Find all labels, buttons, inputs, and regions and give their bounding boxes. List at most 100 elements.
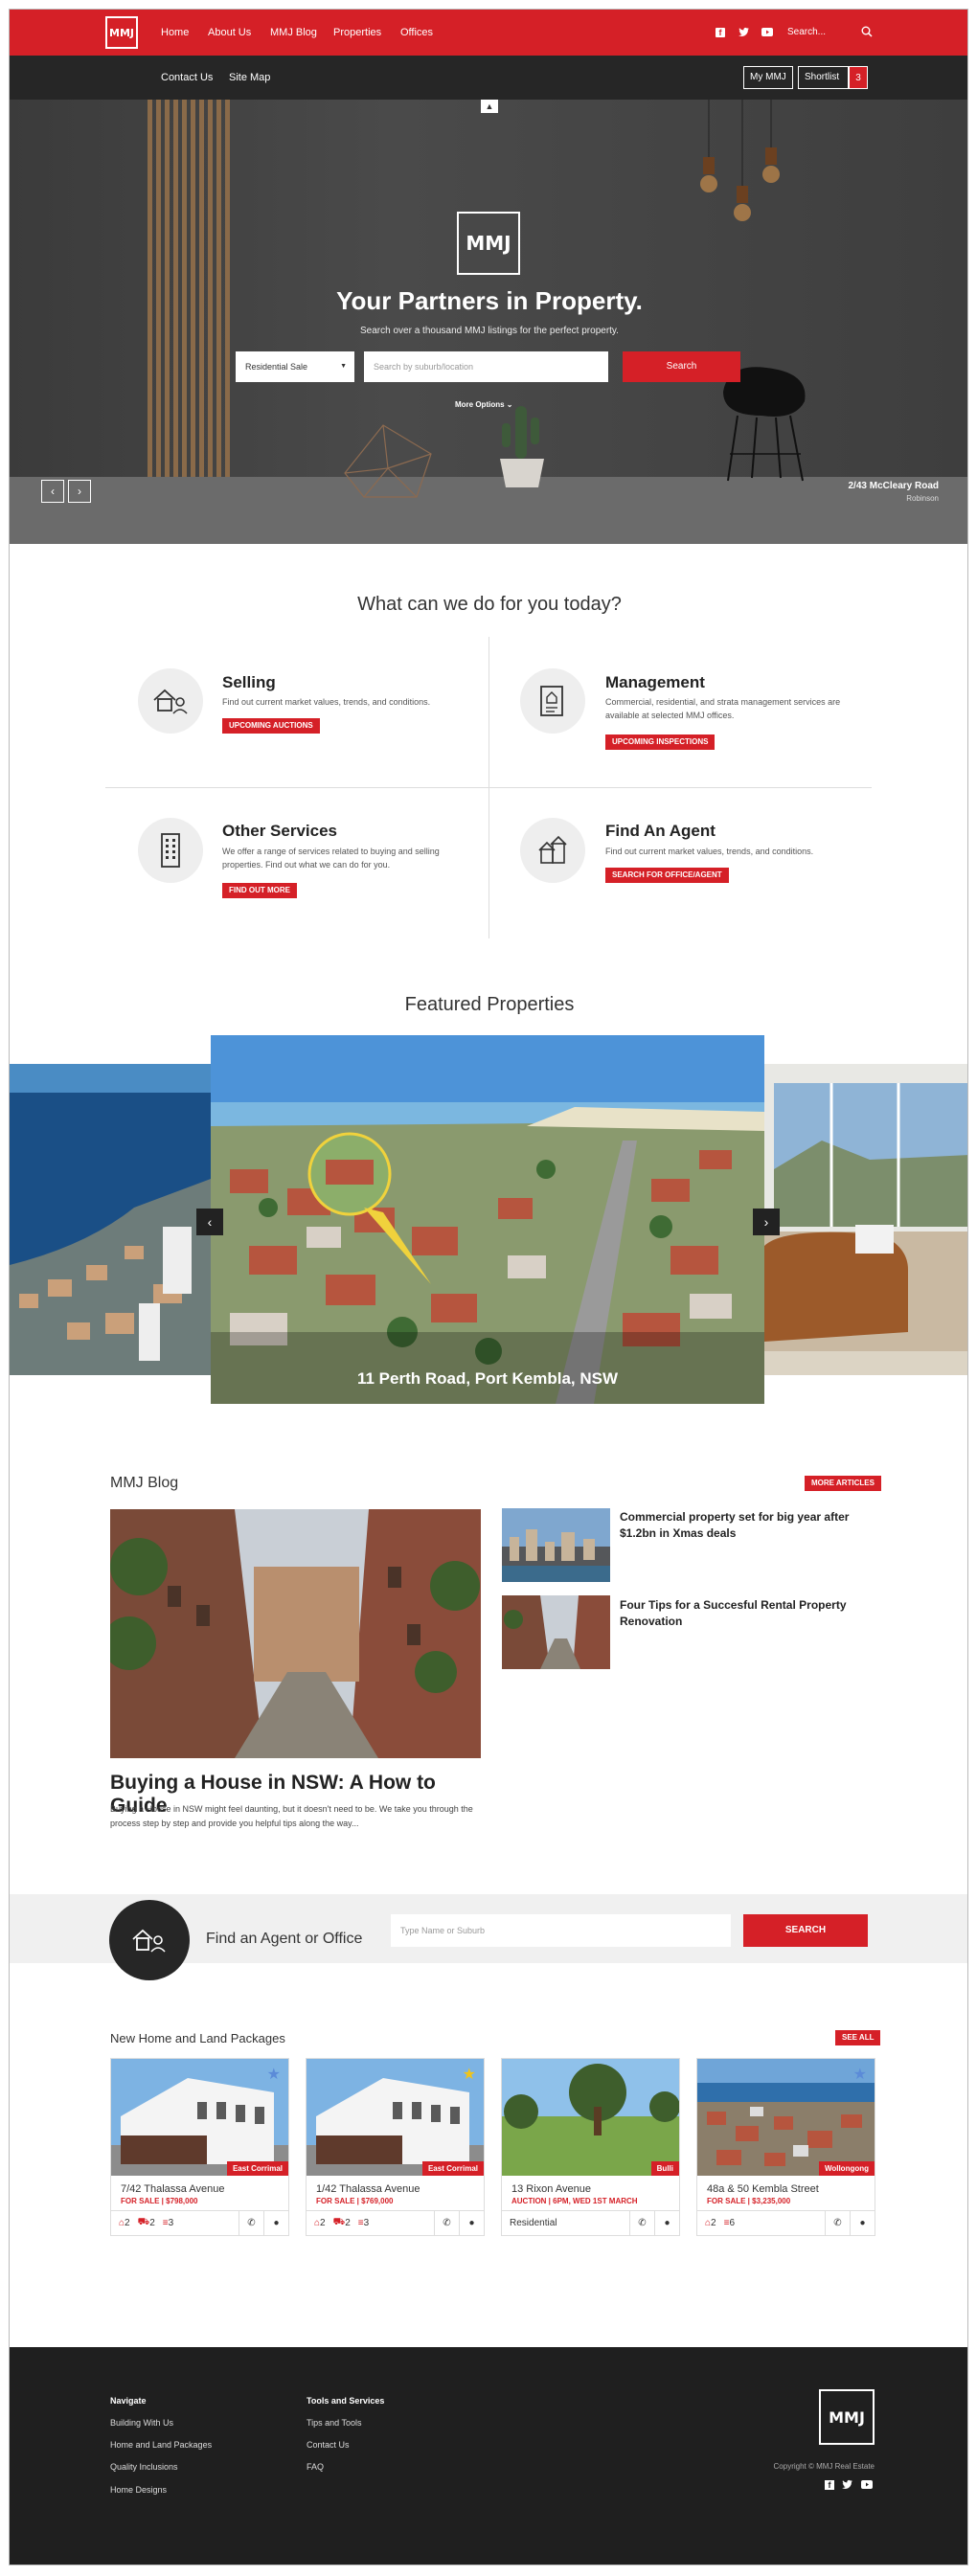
nav-item-properties[interactable]: Properties [333,10,381,56]
featured-slide-main[interactable] [211,1035,764,1404]
bath-icon: ≡ [357,2218,364,2228]
youtube-icon[interactable] [861,2480,873,2489]
nav-item-sitemap[interactable]: Site Map [229,56,270,100]
package-image: Wollongong ★ [697,2059,875,2176]
package-features: ⌂ 2 ⛟ 2 ≡ 3 ✆ ● [111,2210,288,2236]
service-selling-text: Find out current market values, trends, … [222,697,431,707]
hero-search-button[interactable]: Search [623,351,740,382]
package-card[interactable]: Wollongong ★ 48a & 50 Kembla Street FOR … [696,2058,875,2236]
phone-icon[interactable]: ✆ [825,2210,850,2236]
footer-link[interactable]: Home and Land Packages [110,2440,212,2450]
chevron-down-icon: ▼ [340,363,347,370]
nav-item-home[interactable]: Home [161,10,189,56]
package-image: East Corrimal ★ [307,2059,484,2176]
service-other-title: Other Services [222,822,338,840]
star-icon[interactable]: ★ [463,2065,476,2084]
bath-icon: ≡ [162,2218,169,2228]
bed-icon: ⌂ [705,2218,712,2228]
chat-icon[interactable]: ● [850,2210,875,2236]
agent-band-title: Find an Agent or Office [206,1931,363,1947]
footer-link[interactable]: Quality Inclusions [110,2462,178,2472]
hero-next-button[interactable]: › [68,480,91,503]
see-all-button[interactable]: SEE ALL [835,2030,881,2045]
footer-link[interactable]: Tips and Tools [307,2418,362,2428]
find-out-more-button[interactable]: FIND OUT MORE [222,883,297,898]
twitter-icon[interactable] [842,2479,853,2490]
package-features: ⌂ 2 ⛟ 2 ≡ 3 ✆ ● [307,2210,484,2236]
phone-icon[interactable]: ✆ [434,2210,459,2236]
facebook-icon[interactable]: f [716,28,725,37]
more-options-toggle[interactable]: More Options ⌄ [455,400,513,409]
blog-side-image-1[interactable] [502,1508,610,1582]
collapse-nav-button[interactable]: ▲ [481,100,498,113]
package-location: Wollongong [818,2161,875,2176]
package-card[interactable]: East Corrimal ★ 1/42 Thalassa Avenue FOR… [306,2058,485,2236]
upcoming-inspections-button[interactable]: UPCOMING INSPECTIONS [605,734,716,750]
package-address: 1/42 Thalassa Avenue [316,2183,420,2195]
package-address: 7/42 Thalassa Avenue [121,2183,225,2195]
package-address: 13 Rixon Avenue [511,2183,591,2195]
upcoming-auctions-button[interactable]: UPCOMING AUCTIONS [222,718,320,734]
footer-link[interactable]: FAQ [307,2462,324,2472]
property-type: Residential [510,2218,557,2228]
star-icon[interactable]: ★ [853,2065,867,2084]
search-office-agent-button[interactable]: SEARCH FOR OFFICE/AGENT [605,868,729,883]
star-icon[interactable]: ★ [267,2065,281,2084]
featured-slide-next[interactable] [764,1064,967,1375]
more-articles-button[interactable]: MORE ARTICLES [805,1476,881,1491]
car-icon: ⛟ [332,2217,346,2227]
footer-link[interactable]: Building With Us [110,2418,173,2428]
hero-logo: MMJ [457,212,520,275]
nav-item-contact[interactable]: Contact Us [161,56,213,100]
nav-item-blog[interactable]: MMJ Blog [270,10,317,56]
service-agent-title: Find An Agent [605,822,716,840]
hero-search-input[interactable]: Search by suburb/location [364,351,608,382]
service-agent-text: Find out current market values, trends, … [605,847,814,856]
phone-icon[interactable]: ✆ [239,2210,263,2236]
search-icon[interactable] [861,26,873,37]
agent-house-icon [109,1900,190,1980]
footer-link[interactable]: Home Designs [110,2485,167,2495]
footer-logo[interactable]: MMJ [819,2389,875,2445]
blog-side-title-2[interactable]: Four Tips for a Succesful Rental Propert… [620,1597,864,1630]
agent-search-button[interactable]: SEARCH [743,1914,868,1947]
nav-item-about[interactable]: About Us [208,10,251,56]
blog-side-title-1[interactable]: Commercial property set for big year aft… [620,1509,864,1542]
footer-tools-heading: Tools and Services [307,2396,385,2406]
chat-icon[interactable]: ● [654,2210,679,2236]
hero-prev-button[interactable]: ‹ [41,480,64,503]
nav-item-offices[interactable]: Offices [400,10,433,56]
shortlist-label: Shortlist [805,72,840,82]
twitter-icon[interactable] [738,27,750,37]
shortlist-count-badge: 3 [849,66,868,89]
facebook-icon[interactable]: f [825,2480,834,2490]
youtube-icon[interactable] [761,28,773,36]
baths-count: 3 [363,2218,370,2228]
service-selling-title: Selling [222,673,276,691]
agent-search-input[interactable]: Type Name or Suburb [391,1914,731,1947]
property-type-select[interactable]: Residential Sale ▼ [236,351,354,382]
footer-copyright: Copyright © MMJ Real Estate [773,2462,875,2471]
car-icon: ⛟ [137,2217,150,2227]
featured-next-button[interactable]: › [753,1209,780,1235]
package-location: East Corrimal [226,2161,288,2176]
hero-subtitle: Search over a thousand MMJ listings for … [360,326,619,336]
bed-icon: ⌂ [119,2218,125,2228]
blog-main-image[interactable] [110,1509,481,1758]
management-icon [520,668,585,734]
package-card[interactable]: East Corrimal ★ 7/42 Thalassa Avenue FOR… [110,2058,289,2236]
featured-slide-prev[interactable] [10,1064,211,1375]
hero-title: Your Partners in Property. [336,286,643,315]
shortlist-button[interactable]: Shortlist [798,66,849,89]
blog-side-image-2[interactable] [502,1595,610,1669]
featured-prev-button[interactable]: ‹ [196,1209,223,1235]
my-mmj-button[interactable]: My MMJ [743,66,793,89]
footer-link[interactable]: Contact Us [307,2440,350,2450]
package-card[interactable]: Bulli 13 Rixon Avenue AUCTION | 6PM, WED… [501,2058,680,2236]
logo[interactable]: MMJ [105,16,138,49]
chat-icon[interactable]: ● [459,2210,484,2236]
featured-heading: Featured Properties [404,994,575,1015]
chat-icon[interactable]: ● [263,2210,288,2236]
phone-icon[interactable]: ✆ [629,2210,654,2236]
chevron-down-icon: ⌄ [506,400,513,409]
